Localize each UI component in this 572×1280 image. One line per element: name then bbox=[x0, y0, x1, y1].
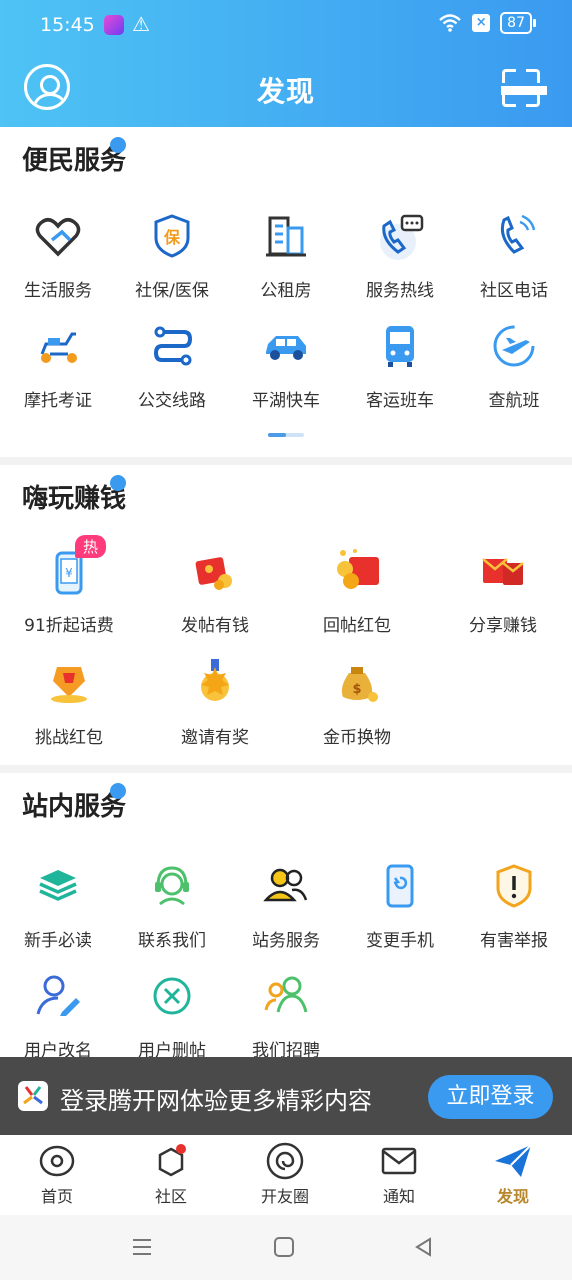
car-icon bbox=[260, 320, 312, 372]
site-service-item[interactable]: 用户改名 bbox=[18, 970, 98, 1061]
tab-discover[interactable]: 发现 bbox=[478, 1141, 548, 1207]
earn-item[interactable]: 分享赚钱 bbox=[458, 545, 548, 636]
mail-icon bbox=[379, 1141, 419, 1181]
service-item[interactable]: 生活服务 bbox=[18, 210, 98, 301]
svg-text:保: 保 bbox=[163, 228, 181, 247]
phone-change-icon bbox=[374, 860, 426, 912]
medal-icon bbox=[189, 657, 241, 709]
tab-community[interactable]: 社区 bbox=[136, 1141, 206, 1207]
svg-text:$: $ bbox=[352, 682, 361, 697]
tab-friends-circle[interactable]: 开友圈 bbox=[250, 1141, 320, 1207]
page-indicator bbox=[268, 433, 304, 437]
headset-icon bbox=[146, 860, 198, 912]
building-icon bbox=[260, 210, 312, 262]
service-item[interactable]: 公交线路 bbox=[132, 320, 212, 411]
users-icon bbox=[260, 860, 312, 912]
route-icon bbox=[146, 320, 198, 372]
scooter-icon bbox=[32, 320, 84, 372]
delete-circle-icon bbox=[146, 970, 198, 1022]
hot-badge: 热 bbox=[75, 535, 107, 558]
earn-item[interactable]: $ 金币换物 bbox=[312, 657, 402, 748]
red-envelope-icon bbox=[189, 545, 241, 597]
phone-call-icon bbox=[488, 210, 540, 262]
bottom-tab-bar: 首页 社区 开友圈 通知 发现 bbox=[0, 1135, 572, 1215]
service-item[interactable]: 保 社保/医保 bbox=[132, 210, 212, 301]
page-title: 发现 bbox=[256, 75, 315, 108]
shield-insurance-icon: 保 bbox=[146, 210, 198, 262]
back-icon[interactable] bbox=[412, 1235, 436, 1259]
app-header: 15:45 ⚠ × 87 发现 bbox=[0, 0, 572, 127]
book-stack-icon bbox=[32, 860, 84, 912]
no-sim-icon: × bbox=[472, 14, 491, 32]
service-item[interactable]: 查航班 bbox=[474, 320, 554, 411]
system-navigation-bar bbox=[0, 1215, 572, 1280]
service-item[interactable]: 公租房 bbox=[246, 210, 326, 301]
home-square-icon[interactable] bbox=[272, 1235, 296, 1259]
earn-item[interactable]: 邀请有奖 bbox=[170, 657, 260, 748]
section-badge-dot bbox=[110, 475, 126, 491]
section-badge-dot bbox=[110, 783, 126, 799]
earn-item[interactable]: ¥ 热 91折起话费 bbox=[24, 535, 114, 636]
svg-text:¥: ¥ bbox=[65, 566, 73, 580]
tab-home[interactable]: 首页 bbox=[22, 1141, 92, 1207]
section-site-services: 站内服务 新手必读 联系我们 站务服务 变更手机 有害举报 用户改名 用户删帖 … bbox=[0, 773, 572, 1061]
section-convenience-services: 便民服务 生活服务 保 社保/医保 公租房 服务热线 社区电话 摩托考证 公交线… bbox=[0, 127, 572, 457]
trophy-envelope-icon bbox=[43, 657, 95, 709]
battery-indicator: 87 bbox=[500, 12, 536, 34]
recruit-users-icon bbox=[260, 970, 312, 1022]
service-item[interactable]: 服务热线 bbox=[360, 210, 440, 301]
earn-item[interactable]: 挑战红包 bbox=[24, 657, 114, 748]
menu-icon[interactable] bbox=[130, 1235, 154, 1259]
section-badge-dot bbox=[110, 137, 126, 153]
section-earn-money: 嗨玩赚钱 ¥ 热 91折起话费 发帖有钱 回帖红包 分享赚钱 挑战红包 邀请有奖… bbox=[0, 465, 572, 765]
phone-chat-icon bbox=[374, 210, 426, 262]
warning-icon: ⚠ bbox=[132, 12, 150, 36]
notification-app-icon bbox=[104, 15, 124, 35]
site-service-item[interactable]: 新手必读 bbox=[18, 860, 98, 951]
login-prompt-text: 登录腾开网体验更多精彩内容 bbox=[60, 1087, 372, 1115]
service-item[interactable]: 摩托考证 bbox=[18, 320, 98, 411]
login-prompt-bar: 登录腾开网体验更多精彩内容 立即登录 bbox=[0, 1057, 572, 1135]
service-item[interactable]: 客运班车 bbox=[360, 320, 440, 411]
plane-icon bbox=[488, 320, 540, 372]
tab-notifications[interactable]: 通知 bbox=[364, 1141, 434, 1207]
status-time: 15:45 bbox=[40, 14, 95, 36]
site-service-item[interactable]: 用户删帖 bbox=[132, 970, 212, 1061]
site-service-item[interactable]: 联系我们 bbox=[132, 860, 212, 951]
service-item[interactable]: 平湖快车 bbox=[246, 320, 326, 411]
heart-handshake-icon bbox=[32, 210, 84, 262]
money-bag-icon: $ bbox=[331, 657, 383, 709]
wifi-icon bbox=[439, 14, 461, 32]
status-bar: 15:45 ⚠ × 87 bbox=[40, 12, 536, 40]
paper-plane-icon bbox=[493, 1141, 533, 1181]
app-logo-icon bbox=[18, 1081, 48, 1111]
community-hexagon-icon bbox=[151, 1141, 191, 1181]
user-edit-icon bbox=[32, 970, 84, 1022]
site-service-item[interactable]: 我们招聘 bbox=[246, 970, 326, 1061]
eye-icon bbox=[37, 1141, 77, 1181]
site-service-item[interactable]: 站务服务 bbox=[246, 860, 326, 951]
site-service-item[interactable]: 变更手机 bbox=[360, 860, 440, 951]
share-envelope-icon bbox=[477, 545, 529, 597]
service-item[interactable]: 社区电话 bbox=[474, 210, 554, 301]
red-envelope-coins-icon bbox=[331, 545, 383, 597]
bus-icon bbox=[374, 320, 426, 372]
spiral-icon bbox=[265, 1141, 305, 1181]
earn-item[interactable]: 发帖有钱 bbox=[170, 545, 260, 636]
phone-recharge-icon: ¥ 热 bbox=[43, 535, 107, 597]
site-service-item[interactable]: 有害举报 bbox=[474, 860, 554, 951]
scan-icon[interactable] bbox=[501, 69, 547, 107]
earn-item[interactable]: 回帖红包 bbox=[312, 545, 402, 636]
warning-shield-icon bbox=[488, 860, 540, 912]
login-button[interactable]: 立即登录 bbox=[428, 1075, 553, 1119]
